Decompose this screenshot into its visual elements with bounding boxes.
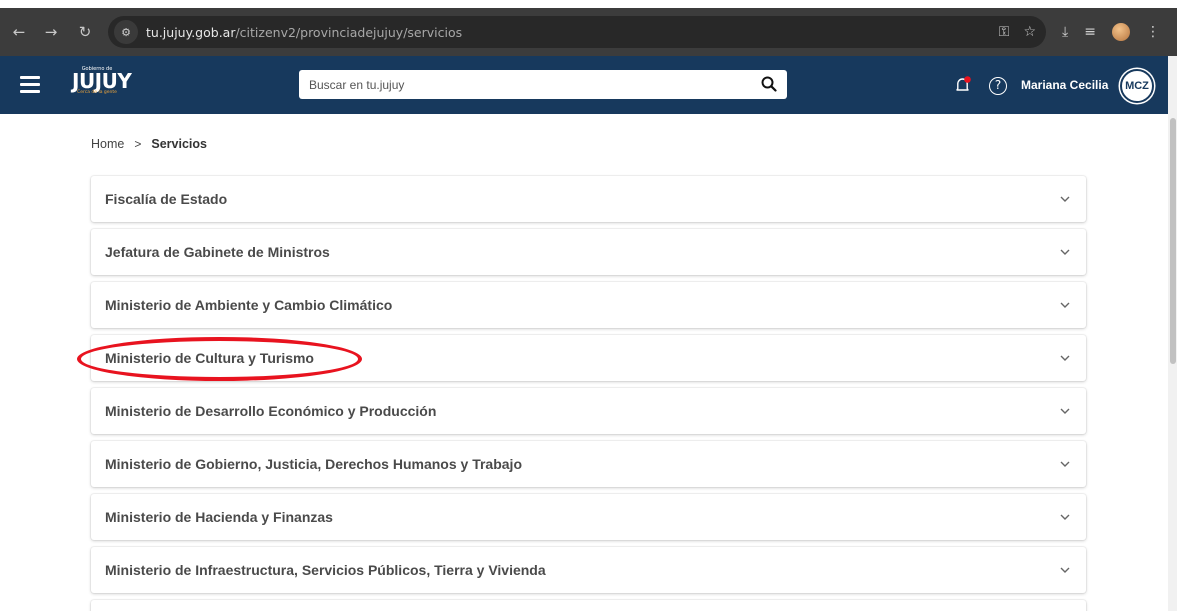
breadcrumb-separator-icon: > [134, 137, 142, 151]
accordion-item-partial[interactable] [91, 600, 1086, 611]
chevron-down-icon[interactable] [1058, 298, 1072, 312]
accordion-item-jefatura[interactable]: Jefatura de Gabinete de Ministros [91, 229, 1086, 275]
site-info-icon[interactable]: ⚙ [114, 20, 138, 44]
chevron-down-icon[interactable] [1058, 510, 1072, 524]
accordion-item-label: Ministerio de Hacienda y Finanzas [105, 509, 333, 525]
chevron-down-icon[interactable] [1058, 192, 1072, 206]
accordion-item-gobierno[interactable]: Ministerio de Gobierno, Justicia, Derech… [91, 441, 1086, 487]
reading-list-icon[interactable]: ≡ [1084, 24, 1096, 40]
address-bar[interactable]: ⚙ tu.jujuy.gob.ar/citizenv2/provinciadej… [108, 16, 1046, 48]
bookmark-star-icon[interactable]: ☆ [1023, 24, 1036, 40]
services-accordion: Fiscalía de Estado Jefatura de Gabinete … [91, 176, 1086, 611]
chevron-down-icon[interactable] [1058, 457, 1072, 471]
search-box [299, 70, 787, 99]
scrollbar-thumb[interactable] [1170, 118, 1176, 364]
chevron-down-icon[interactable] [1058, 404, 1072, 418]
accordion-item-label: Ministerio de Desarrollo Económico y Pro… [105, 403, 437, 419]
chevron-down-icon[interactable] [1058, 245, 1072, 259]
search-input[interactable] [309, 77, 739, 92]
chevron-down-icon[interactable] [1058, 351, 1072, 365]
user-avatar[interactable]: MCZ [1120, 69, 1154, 103]
breadcrumb-home[interactable]: Home [91, 137, 124, 151]
url-host: tu.jujuy.gob.ar [146, 24, 236, 40]
browser-toolbar: ← → ↻ ⚙ tu.jujuy.gob.ar/citizenv2/provin… [0, 8, 1177, 56]
accordion-item-label: Ministerio de Infraestructura, Servicios… [105, 562, 546, 578]
menu-dots-icon[interactable]: ⋮ [1146, 24, 1160, 40]
url-path: /citizenv2/provinciadejujuy/servicios [235, 24, 463, 40]
reload-icon[interactable]: ↻ [74, 23, 96, 41]
accordion-item-label: Jefatura de Gabinete de Ministros [105, 244, 330, 260]
accordion-item-infraestructura[interactable]: Ministerio de Infraestructura, Servicios… [91, 547, 1086, 593]
forward-arrow-icon[interactable]: → [40, 23, 62, 41]
user-name[interactable]: Mariana Cecilia [1021, 78, 1108, 92]
breadcrumb-current: Servicios [151, 137, 207, 151]
search-icon[interactable] [761, 76, 777, 92]
jujuy-logo[interactable]: Gobierno de JUJUY Cerca de la gente [72, 66, 132, 102]
help-icon[interactable]: ? [989, 77, 1007, 95]
accordion-item-cultura[interactable]: Ministerio de Cultura y Turismo [91, 335, 1086, 381]
back-arrow-icon[interactable]: ← [8, 23, 30, 41]
top-strip [0, 0, 1177, 8]
url-text[interactable]: tu.jujuy.gob.ar/citizenv2/provinciadejuj… [146, 25, 462, 40]
accordion-item-label: Ministerio de Gobierno, Justicia, Derech… [105, 456, 522, 472]
notification-bell-icon[interactable] [953, 75, 973, 95]
accordion-item-label: Ministerio de Cultura y Turismo [105, 350, 314, 366]
profile-avatar-icon[interactable] [1111, 23, 1130, 41]
logo-tagline: Cerca de la gente [77, 90, 117, 95]
chevron-down-icon[interactable] [1058, 563, 1072, 577]
accordion-item-ambiente[interactable]: Ministerio de Ambiente y Cambio Climátic… [91, 282, 1086, 328]
breadcrumb: Home > Servicios [91, 137, 207, 151]
password-key-icon[interactable]: ⚿ [999, 24, 1010, 40]
accordion-item-desarrollo[interactable]: Ministerio de Desarrollo Económico y Pro… [91, 388, 1086, 434]
accordion-item-fiscalia[interactable]: Fiscalía de Estado [91, 176, 1086, 222]
download-icon[interactable]: ⤓ [1062, 24, 1068, 40]
accordion-item-label: Fiscalía de Estado [105, 191, 228, 207]
logo-wordmark: JUJUY [72, 69, 132, 93]
accordion-item-label: Ministerio de Ambiente y Cambio Climátic… [105, 297, 393, 313]
site-header: Gobierno de JUJUY Cerca de la gente ? Ma… [0, 56, 1168, 114]
hamburger-menu-icon[interactable] [20, 76, 40, 93]
accordion-item-hacienda[interactable]: Ministerio de Hacienda y Finanzas [91, 494, 1086, 540]
